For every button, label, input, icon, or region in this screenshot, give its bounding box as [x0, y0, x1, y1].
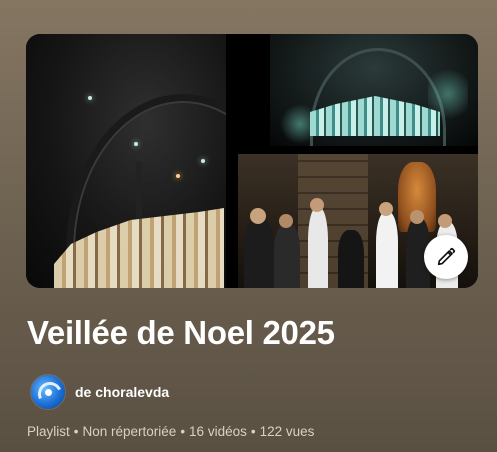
meta-visibility: Non répertoriée	[82, 424, 177, 439]
playlist-title[interactable]: Veillée de Noel 2025	[27, 314, 335, 352]
thumbnail-photo-top-right	[270, 34, 478, 146]
channel-name[interactable]: de choralevda	[75, 384, 169, 400]
channel-link[interactable]: de choralevda	[31, 375, 169, 409]
meta-video-count: 16 vidéos	[189, 424, 247, 439]
playlist-thumbnail[interactable]	[26, 34, 478, 288]
meta-separator: •	[180, 424, 186, 439]
pencil-icon	[437, 247, 456, 266]
meta-views: 122 vues	[259, 424, 315, 439]
channel-avatar[interactable]	[31, 375, 65, 409]
meta-type: Playlist	[27, 424, 70, 439]
meta-separator: •	[73, 424, 79, 439]
playlist-meta: Playlist • Non répertoriée • 16 vidéos • 122 v…	[27, 424, 314, 439]
meta-separator: •	[250, 424, 256, 439]
thumbnail-photo-main	[26, 34, 226, 288]
playlist-card[interactable]: Veillée de Noel 2025 de choralevda Playl…	[0, 0, 497, 452]
edit-button[interactable]	[424, 235, 468, 279]
